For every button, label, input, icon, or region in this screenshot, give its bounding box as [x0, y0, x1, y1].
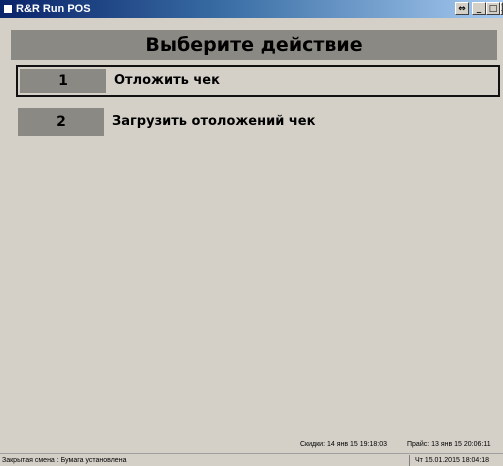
window-titlebar[interactable]: R&R Run POS ⇔ _ □ X	[0, 0, 503, 18]
status-bar: Закрытая смена : Бумага установлена Чт 1…	[0, 453, 503, 466]
status-shift-paper: Закрытая смена : Бумага установлена	[2, 457, 127, 464]
prices-timestamp: Прайс: 13 янв 15 20:06:11	[407, 441, 491, 448]
action-postpone-receipt[interactable]: 1 Отложить чек	[16, 65, 500, 97]
window-title: R&R Run POS	[16, 3, 91, 15]
status-datetime: Чт 15.01.2015 18:04:18	[409, 455, 503, 466]
action-number[interactable]: 2	[18, 108, 104, 136]
sync-info: Скидки: 14 янв 15 19:18:03 Прайс: 13 янв…	[0, 441, 503, 453]
app-icon	[3, 4, 13, 14]
action-number[interactable]: 1	[20, 69, 106, 93]
action-load-postponed-receipt[interactable]: 2 Загрузить отоложений чек	[18, 107, 498, 139]
maximize-button[interactable]: □	[486, 2, 500, 15]
discounts-timestamp: Скидки: 14 янв 15 19:18:03	[300, 441, 388, 448]
action-label[interactable]: Загрузить отоложений чек	[112, 110, 315, 134]
minimize-button[interactable]: _	[472, 2, 486, 15]
restore-icon[interactable]: ⇔	[455, 2, 469, 15]
action-label[interactable]: Отложить чек	[114, 69, 220, 93]
page-title: Выберите действие	[11, 30, 497, 60]
